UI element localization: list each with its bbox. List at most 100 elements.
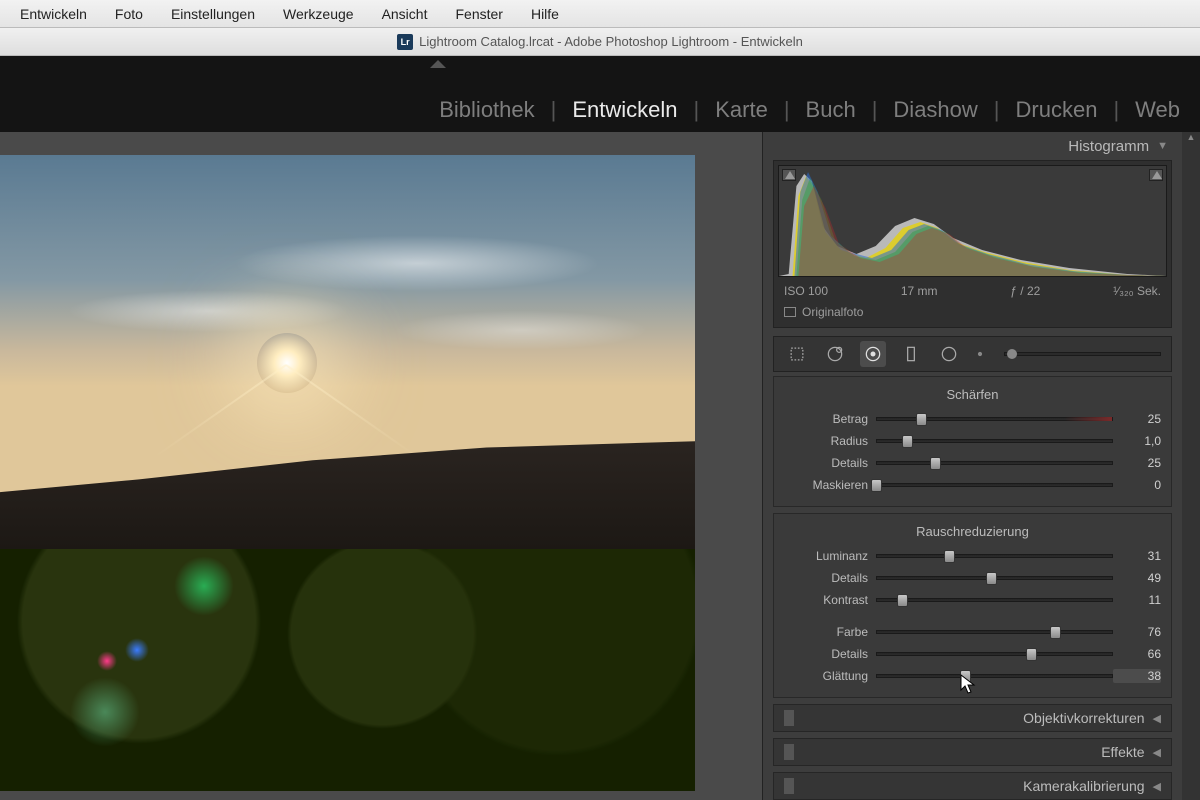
module-entwickeln[interactable]: Entwickeln [556, 97, 693, 123]
slider-label: Radius [784, 434, 876, 448]
slider-track[interactable] [876, 576, 1113, 580]
slider-value[interactable]: 25 [1113, 412, 1161, 426]
histogram-meta: ISO 100 17 mm ƒ / 22 ¹⁄₃₂₀ Sek. [774, 281, 1171, 301]
slider-value[interactable]: 11 [1113, 593, 1161, 607]
slider-knob[interactable] [930, 457, 941, 470]
slider-knob[interactable] [916, 413, 927, 426]
section-title-rausch: Rauschreduzierung [784, 524, 1161, 539]
app-icon: Lr [397, 34, 413, 50]
slider-knob[interactable] [944, 550, 955, 563]
slider-knob[interactable] [871, 479, 882, 492]
slider-value[interactable]: 66 [1113, 647, 1161, 661]
module-bibliothek[interactable]: Bibliothek [423, 97, 550, 123]
slider-track[interactable] [876, 554, 1113, 558]
panel-effekte[interactable]: Effekte◀ [773, 738, 1172, 766]
radial-tool[interactable] [936, 341, 962, 367]
graduated-tool[interactable] [898, 341, 924, 367]
menu-ansicht[interactable]: Ansicht [368, 2, 442, 26]
meta-aperture: ƒ / 22 [1010, 284, 1040, 298]
histogram-header[interactable]: Histogramm ▼ [763, 132, 1182, 160]
app-header: Bibliothek| Entwickeln| Karte| Buch| Dia… [0, 56, 1200, 132]
slider-farbe: Farbe 76 [784, 621, 1161, 643]
menu-fenster[interactable]: Fenster [441, 2, 516, 26]
module-drucken[interactable]: Drucken [1000, 97, 1114, 123]
slider-radius: Radius 1,0 [784, 430, 1161, 452]
slider-value[interactable]: 76 [1113, 625, 1161, 639]
os-menubar: Entwickeln Foto Einstellungen Werkzeuge … [0, 0, 1200, 28]
module-diashow[interactable]: Diashow [877, 97, 993, 123]
slider-value[interactable]: 49 [1113, 571, 1161, 585]
crop-tool[interactable] [784, 341, 810, 367]
module-buch[interactable]: Buch [790, 97, 872, 123]
slider-knob[interactable] [960, 670, 971, 683]
slider-luminanz: Luminanz31 [784, 545, 1161, 567]
slider-label: Details [784, 456, 876, 470]
slider-label: Betrag [784, 412, 876, 426]
module-karte[interactable]: Karte [699, 97, 784, 123]
slider-betrag: Betrag 25 [784, 408, 1161, 430]
slider-knob[interactable] [1026, 648, 1037, 661]
section-title-schaerfen: Schärfen [784, 387, 1161, 402]
slider-label: Glättung [784, 669, 876, 683]
slider-track[interactable] [876, 439, 1113, 443]
slider-details: Details 25 [784, 452, 1161, 474]
spot-tool[interactable] [822, 341, 848, 367]
section-schaerfen: Schärfen Betrag 25 Radius 1,0 Details 25 Maski… [773, 376, 1172, 507]
panel-switch-icon[interactable] [784, 778, 794, 794]
panel-scrollbar[interactable]: ▲ [1182, 132, 1200, 800]
slider-details: Details 49 [784, 567, 1161, 589]
original-box-icon [784, 307, 796, 317]
photo-canvas[interactable] [0, 132, 762, 800]
slider-track[interactable] [876, 674, 1113, 678]
window-title: Lightroom Catalog.lrcat - Adobe Photosho… [419, 34, 803, 49]
photo-preview[interactable] [0, 155, 695, 791]
chevron-down-icon: ▼ [1157, 140, 1168, 152]
chevron-left-icon: ◀ [1153, 712, 1161, 725]
original-label: Originalfoto [802, 305, 863, 319]
histogram-display[interactable] [778, 165, 1167, 277]
slider-details: Details66 [784, 643, 1161, 665]
panel-expand-top-icon[interactable] [430, 60, 446, 68]
meta-focal: 17 mm [901, 284, 938, 298]
menu-entwickeln[interactable]: Entwickeln [6, 2, 101, 26]
tool-strip [773, 336, 1172, 372]
slider-label: Farbe [784, 625, 876, 639]
menu-werkzeuge[interactable]: Werkzeuge [269, 2, 368, 26]
histogram-title: Histogramm [1068, 138, 1149, 155]
slider-knob[interactable] [1050, 626, 1061, 639]
slider-value[interactable]: 1,0 [1113, 434, 1161, 448]
slider-maskieren: Maskieren0 [784, 474, 1161, 496]
slider-track[interactable] [876, 630, 1113, 634]
right-panel: Histogramm ▼ [762, 132, 1200, 800]
redeye-tool[interactable] [860, 341, 886, 367]
slider-kontrast: Kontrast 11 [784, 589, 1161, 611]
slider-track[interactable] [876, 417, 1113, 421]
module-picker: Bibliothek| Entwickeln| Karte| Buch| Dia… [0, 88, 1200, 132]
panel-label: Kamerakalibrierung [1023, 778, 1144, 794]
slider-track[interactable] [876, 598, 1113, 602]
slider-value[interactable]: 25 [1113, 456, 1161, 470]
menu-einstellungen[interactable]: Einstellungen [157, 2, 269, 26]
panel-kamerakalibrierung[interactable]: Kamerakalibrierung◀ [773, 772, 1172, 800]
slider-knob[interactable] [902, 435, 913, 448]
panel-switch-icon[interactable] [784, 744, 794, 760]
original-toggle[interactable]: Originalfoto [774, 301, 1171, 327]
slider-track[interactable] [876, 652, 1113, 656]
slider-value[interactable]: 0 [1113, 478, 1161, 492]
panel-switch-icon[interactable] [784, 710, 794, 726]
slider-track[interactable] [876, 461, 1113, 465]
brush-size-knob[interactable] [974, 341, 986, 367]
slider-label: Kontrast [784, 593, 876, 607]
slider-knob[interactable] [897, 594, 908, 607]
module-web[interactable]: Web [1119, 97, 1196, 123]
panel-objektivkorrekturen[interactable]: Objektivkorrekturen ◀ [773, 704, 1172, 732]
slider-label: Details [784, 571, 876, 585]
slider-value[interactable]: 38 [1113, 669, 1161, 683]
slider-knob[interactable] [986, 572, 997, 585]
menu-hilfe[interactable]: Hilfe [517, 2, 573, 26]
slider-track[interactable] [876, 483, 1113, 487]
slider-value[interactable]: 31 [1113, 549, 1161, 563]
menu-foto[interactable]: Foto [101, 2, 157, 26]
panel-label: Objektivkorrekturen [1023, 710, 1144, 726]
tool-mini-slider[interactable] [1004, 352, 1161, 356]
